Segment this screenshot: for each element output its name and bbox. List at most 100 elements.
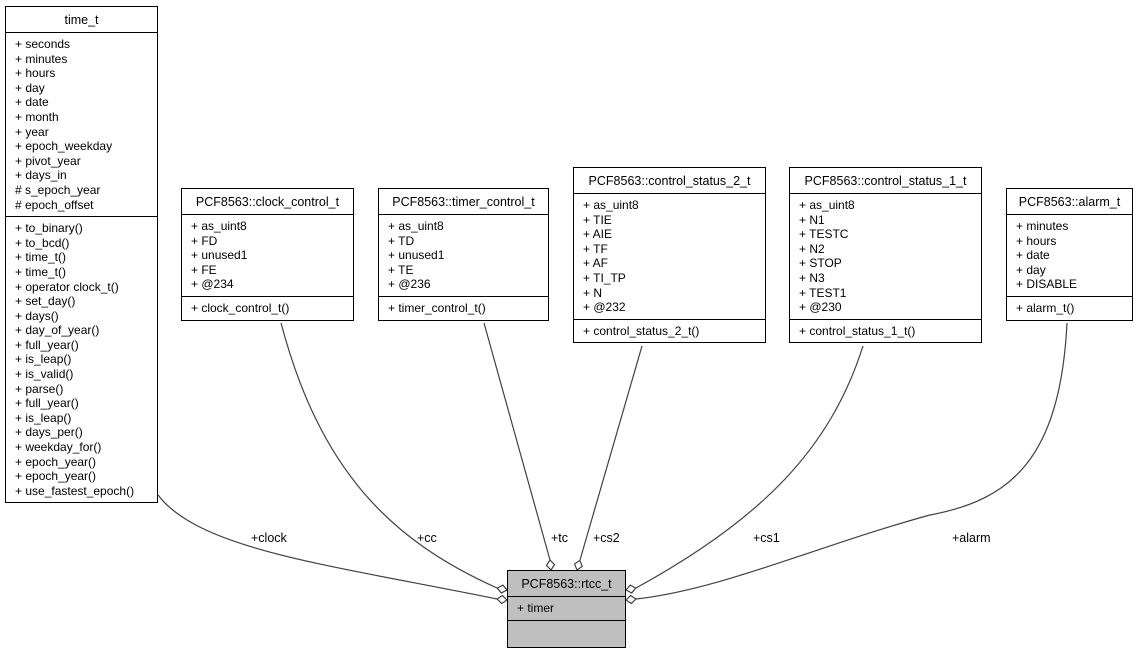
class-method: + parse(): [15, 381, 64, 396]
edge-tc: [483, 322, 551, 561]
class-method: + full_year(): [15, 337, 79, 352]
class-attribute: + date: [1016, 248, 1050, 263]
class-attribute: # s_epoch_year: [15, 182, 101, 197]
composition-diamond-icon: [496, 594, 508, 605]
class-method: + is_valid(): [15, 367, 74, 382]
class-method: + to_bcd(): [15, 235, 70, 250]
class-box-rtcc-t[interactable]: PCF8563::rtcc_t + timer: [507, 570, 626, 648]
class-attribute: + as_uint8: [388, 219, 444, 233]
class-method: + is_leap(): [15, 410, 72, 425]
class-method: + alarm_t(): [1016, 300, 1075, 315]
class-attribute: + hours: [15, 66, 56, 81]
composition-diamond-icon: [496, 584, 508, 594]
class-name: PCF8563::rtcc_t: [508, 571, 625, 597]
class-method: + timer_control_t(): [388, 300, 486, 315]
class-attribute: + pivot_year: [15, 153, 81, 168]
class-box-timer-control-t[interactable]: PCF8563::timer_control_t + as_uint8 + TD +…: [378, 188, 549, 321]
class-name: PCF8563::clock_control_t: [182, 189, 353, 215]
edge-cs1: [635, 345, 864, 589]
class-attribute: + @230: [799, 300, 842, 315]
composition-diamond-icon: [545, 559, 556, 571]
class-attribute: + FE: [191, 262, 217, 277]
composition-diamond-icon: [625, 584, 637, 594]
class-method: + full_year(): [15, 396, 79, 411]
class-attribute: + unused1: [388, 248, 445, 263]
method-list: + control_status_2_t(): [574, 320, 765, 343]
class-box-clock-control-t[interactable]: PCF8563::clock_control_t + as_uint8 + FD +…: [181, 188, 354, 321]
method-list: + timer_control_t(): [379, 297, 548, 320]
edge-label-tc: +tc: [551, 531, 569, 545]
class-method: + epoch_year(): [15, 454, 97, 469]
class-attribute: + TEST1: [799, 285, 847, 300]
class-attribute: + TESTC: [799, 227, 849, 242]
class-method: + days(): [15, 308, 59, 323]
attribute-list: + as_uint8 + TD + unused1 + TE + @236: [379, 215, 548, 297]
class-name: PCF8563::control_status_2_t: [574, 168, 765, 194]
class-attribute: + date: [15, 95, 49, 110]
edge-clock: [157, 494, 498, 600]
composition-diamond-icon: [625, 594, 637, 605]
class-name: PCF8563::alarm_t: [1007, 189, 1132, 215]
class-method: + is_leap(): [15, 352, 72, 367]
class-method: + to_binary(): [15, 221, 83, 236]
class-attribute: + TF: [583, 241, 608, 256]
class-box-time-t[interactable]: time_t + seconds + minutes + hours + day + d…: [5, 6, 158, 504]
class-attribute: + as_uint8: [799, 198, 855, 212]
attribute-list: + as_uint8 + FD + unused1 + FE + @234: [182, 215, 353, 297]
class-box-control-status-2-t[interactable]: PCF8563::control_status_2_t + as_uint8 + …: [573, 167, 766, 344]
class-name: time_t: [6, 7, 157, 33]
edge-alarm: [635, 322, 1068, 600]
class-method: + operator clock_t(): [15, 279, 119, 294]
edge-cc: [280, 322, 498, 589]
class-attribute: + TD: [388, 233, 415, 248]
class-box-control-status-1-t[interactable]: PCF8563::control_status_1_t + as_uint8 + …: [789, 167, 982, 344]
class-attribute: + month: [15, 109, 59, 124]
class-attribute: + AIE: [583, 227, 613, 242]
class-attribute: + N2: [799, 241, 825, 256]
class-attribute: + AF: [583, 256, 609, 271]
class-attribute: + hours: [1016, 233, 1057, 248]
attribute-list: + minutes + hours + date + day + DISABLE: [1007, 215, 1132, 297]
class-attribute: + timer: [517, 601, 555, 615]
attribute-list: + as_uint8 + TIE + AIE + TF + AF + TI_TP + N + …: [574, 194, 765, 320]
edge-cs2: [579, 345, 643, 561]
attribute-list: + as_uint8 + N1 + TESTC + N2 + STOP + N3 + TES…: [790, 194, 981, 320]
class-attribute: + @236: [388, 277, 431, 292]
class-attribute: + day: [1016, 262, 1046, 277]
class-attribute: + minutes: [1016, 219, 1069, 233]
method-list: + clock_control_t(): [182, 297, 353, 320]
class-method: + set_day(): [15, 294, 76, 309]
class-attribute: + day: [15, 80, 45, 95]
class-attribute: + epoch_weekday: [15, 139, 113, 154]
method-list: + alarm_t(): [1007, 297, 1132, 320]
edge-label-clock: +clock: [251, 531, 287, 545]
class-method: + days_per(): [15, 425, 83, 440]
edge-label-cs2: +cs2: [593, 531, 620, 545]
class-name: PCF8563::control_status_1_t: [790, 168, 981, 194]
edge-label-cc: +cc: [417, 531, 437, 545]
class-attribute: + @234: [191, 277, 234, 292]
class-attribute: + N1: [799, 212, 825, 227]
class-method: + weekday_for(): [15, 440, 102, 455]
edge-label-cs1: +cs1: [753, 531, 780, 545]
method-list: + to_binary() + to_bcd() + time_t() + time_…: [6, 217, 157, 502]
class-attribute: + TI_TP: [583, 270, 626, 285]
class-attribute: + @232: [583, 300, 626, 315]
class-method: + day_of_year(): [15, 323, 100, 338]
class-method: + control_status_2_t(): [583, 323, 700, 338]
class-attribute: + TIE: [583, 212, 612, 227]
composition-diamond-icon: [573, 559, 584, 571]
class-attribute: + N: [583, 285, 603, 300]
attribute-list: + timer: [508, 597, 625, 621]
class-name: PCF8563::timer_control_t: [379, 189, 548, 215]
class-attribute: + FD: [191, 233, 218, 248]
class-method: + use_fastest_epoch(): [15, 483, 135, 498]
class-attribute: + STOP: [799, 256, 842, 271]
class-attribute: + minutes: [15, 51, 68, 66]
class-method: + time_t(): [15, 250, 67, 265]
class-method: + control_status_1_t(): [799, 323, 916, 338]
class-box-alarm-t[interactable]: PCF8563::alarm_t + minutes + hours + date +…: [1006, 188, 1133, 321]
class-attribute: + year: [15, 124, 49, 139]
class-attribute: + N3: [799, 270, 825, 285]
class-attribute: + days_in: [15, 168, 67, 183]
